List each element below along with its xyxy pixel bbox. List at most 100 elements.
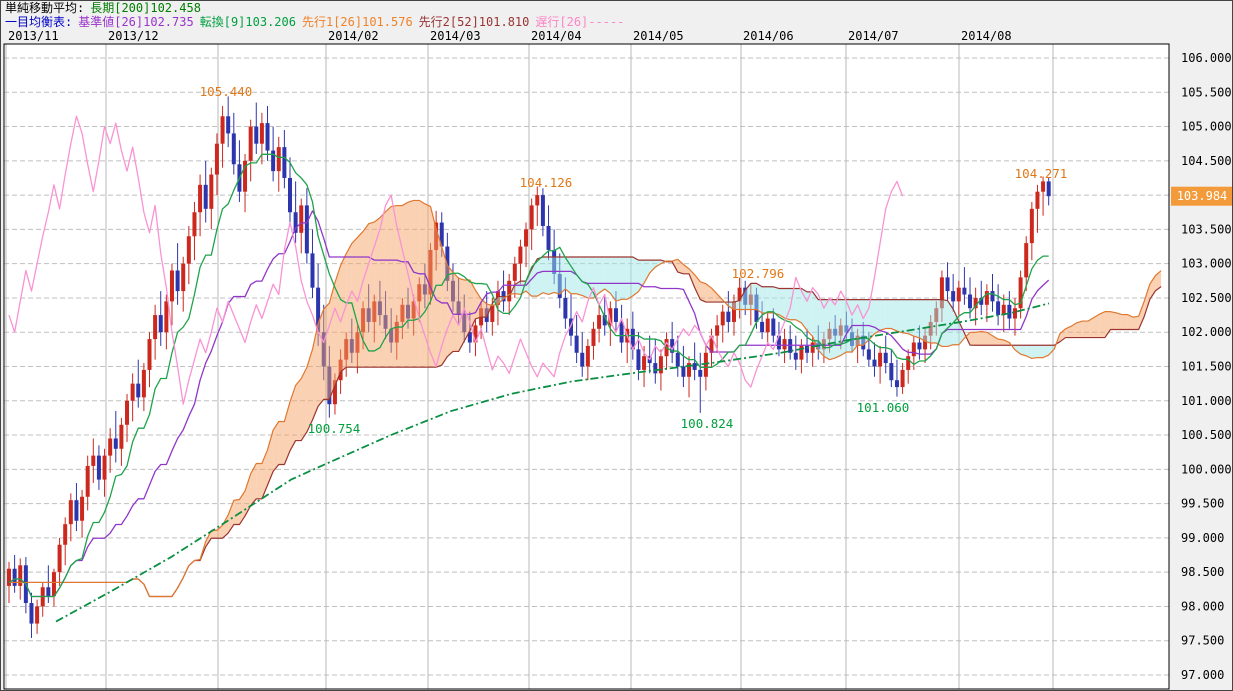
candle	[1041, 181, 1045, 191]
y-axis-label: 101.500	[1181, 360, 1232, 374]
candle	[889, 363, 893, 380]
y-axis-label: 106.000	[1181, 51, 1232, 65]
candle	[226, 116, 230, 133]
annotation-low: 100.754	[308, 421, 361, 436]
chart-window: 単純移動平均:長期[200]102.458 一目均衡表:基準値[26]102.7…	[0, 0, 1233, 691]
candle	[63, 524, 67, 545]
candle	[872, 360, 876, 367]
candle	[204, 185, 208, 209]
cloud-polygon	[543, 257, 549, 294]
candle	[783, 339, 787, 349]
candle	[771, 319, 775, 336]
annotation-low: 100.824	[681, 416, 734, 431]
candle	[715, 325, 719, 335]
cloud-polygon	[616, 257, 622, 301]
cloud-polygon	[970, 332, 976, 345]
candle	[867, 349, 871, 359]
cloud-polygon	[436, 229, 442, 367]
candle	[985, 291, 989, 305]
cloud-polygon	[1037, 345, 1043, 357]
cloud-polygon	[751, 283, 757, 309]
ichimoku-legend-row: 一目均衡表:基準値[26]102.735転換[9]103.206先行1[26]1…	[5, 15, 630, 29]
annotation-high: 104.126	[520, 175, 573, 190]
candle	[766, 319, 770, 333]
candle	[277, 147, 281, 171]
cloud-polygon	[880, 300, 886, 331]
candle	[586, 346, 590, 367]
candle	[884, 353, 888, 363]
candle	[266, 123, 270, 150]
candle	[760, 322, 764, 332]
candle	[563, 298, 567, 319]
candle	[580, 353, 584, 367]
candle	[97, 456, 101, 480]
y-axis-label: 103.000	[1181, 257, 1232, 271]
candle	[676, 353, 680, 367]
candle	[946, 277, 950, 291]
x-axis-label: 2014/07	[848, 29, 899, 43]
cloud-polygon	[537, 257, 543, 296]
candle	[547, 226, 551, 250]
legend-item-kijun-value: 基準値[26]102.735	[78, 15, 193, 29]
candle	[575, 336, 579, 353]
x-axis-label: 2014/06	[743, 29, 794, 43]
candle	[507, 281, 511, 302]
candle	[159, 315, 163, 332]
legend-item-sma-label: 単純移動平均:	[5, 1, 84, 15]
cloud-polygon	[627, 257, 633, 299]
cloud-polygon	[554, 257, 560, 294]
candle	[52, 572, 56, 596]
candle	[794, 353, 798, 360]
cloud-polygon	[419, 200, 425, 367]
candle	[653, 363, 657, 373]
candle	[103, 456, 107, 480]
candle	[74, 500, 78, 521]
cloud-polygon	[835, 300, 841, 358]
candle	[282, 147, 286, 178]
candle	[642, 356, 646, 370]
cloud-polygon	[386, 207, 392, 368]
candle	[1024, 243, 1028, 277]
candle	[957, 288, 961, 302]
candle	[1035, 192, 1039, 209]
candle	[597, 315, 601, 329]
candle	[7, 569, 11, 586]
cloud-polygon	[981, 331, 987, 345]
y-axis-label: 100.500	[1181, 428, 1232, 442]
candle	[659, 356, 663, 373]
cloud-polygon	[318, 309, 324, 406]
y-axis-label: 98.500	[1181, 565, 1224, 579]
candle	[142, 370, 146, 397]
cloud-polygon	[1116, 313, 1122, 330]
y-axis-label: 99.500	[1181, 497, 1224, 511]
cloud-polygon	[380, 212, 386, 367]
cloud-polygon	[346, 243, 352, 367]
cloud-polygon	[633, 257, 639, 296]
annotation-high: 104.271	[1015, 166, 1068, 181]
x-axis-label: 2013/12	[108, 29, 159, 43]
legend-item-tenkan-value: 転換[9]103.206	[200, 15, 296, 29]
candle	[917, 343, 921, 350]
cloud-polygon	[453, 272, 459, 351]
current-price-label: 103.984	[1177, 189, 1228, 203]
candle	[721, 312, 725, 326]
y-axis-label: 97.000	[1181, 668, 1224, 682]
cloud-polygon	[279, 422, 285, 465]
candle	[726, 312, 730, 322]
x-axis-label: 2013/11	[8, 29, 59, 43]
candle	[153, 315, 157, 339]
cloud-polygon	[1111, 312, 1117, 330]
candle	[29, 603, 33, 624]
candle	[614, 308, 618, 322]
y-axis-label: 105.500	[1181, 85, 1232, 99]
candle	[271, 151, 275, 172]
price-chart[interactable]: 105.440104.126102.796104.271100.754100.8…	[1, 1, 1233, 691]
x-axis-label: 2014/04	[531, 29, 582, 43]
annotation-low: 101.060	[857, 400, 910, 415]
y-axis-label: 98.000	[1181, 599, 1224, 613]
candle	[46, 587, 50, 596]
cloud-polygon	[762, 287, 768, 313]
candle	[636, 349, 640, 370]
annotation-high: 102.796	[732, 266, 785, 281]
candle	[209, 175, 213, 209]
